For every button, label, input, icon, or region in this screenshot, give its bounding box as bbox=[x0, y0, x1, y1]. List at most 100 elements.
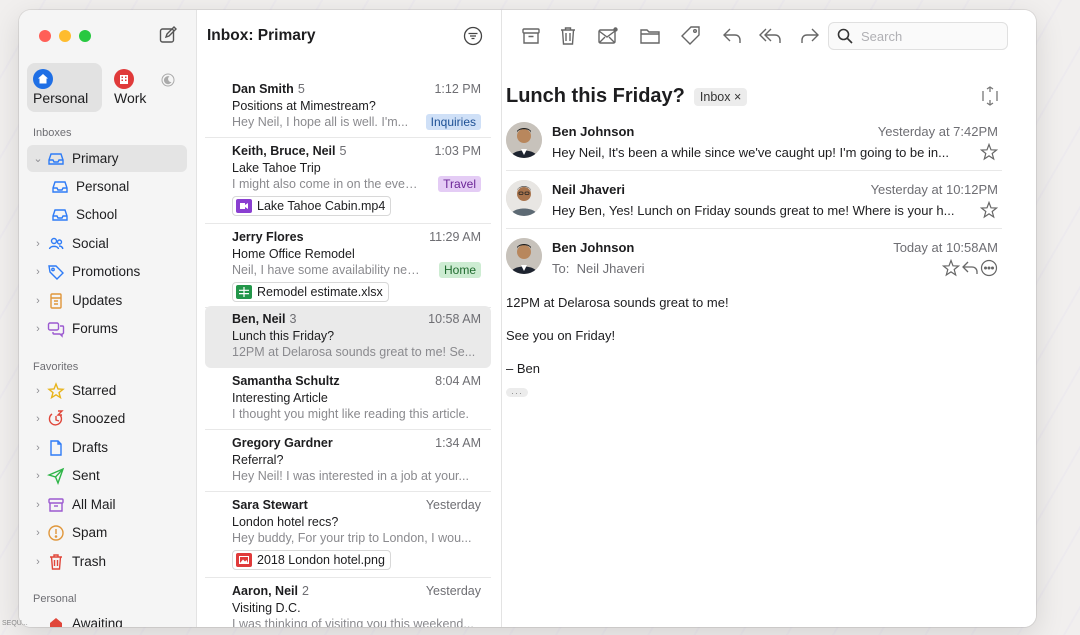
sidebar-item-label: Snoozed bbox=[72, 411, 126, 426]
sidebar-item-label: Primary bbox=[72, 151, 119, 166]
thread-message-expanded[interactable]: Ben Johnson Today at 10:58AM To: Neil Jh… bbox=[506, 236, 998, 296]
sidebar-item-snoozed[interactable]: › Snoozed bbox=[27, 405, 187, 432]
attachment-chip[interactable]: Remodel estimate.xlsx bbox=[232, 282, 389, 302]
chevron-right-icon[interactable]: › bbox=[33, 556, 43, 568]
list-title: Inbox: Primary bbox=[207, 27, 316, 44]
show-trimmed-button[interactable]: ··· bbox=[506, 388, 528, 398]
trash-icon[interactable] bbox=[557, 25, 579, 47]
forward-icon[interactable] bbox=[799, 25, 821, 47]
sidebar-item-trash[interactable]: › Trash bbox=[27, 548, 187, 575]
list-item[interactable]: Dan Smith 5 1:12 PM Positions at Mimestre… bbox=[205, 76, 491, 138]
reply-icon[interactable] bbox=[721, 25, 743, 47]
sidebar-item-social[interactable]: › Social bbox=[27, 230, 187, 257]
message-preview: Hey Neil! I was interested in a job at y… bbox=[232, 469, 469, 483]
sidebar-item-promotions[interactable]: › Promotions bbox=[27, 258, 187, 285]
message-subject: Interesting Article bbox=[232, 391, 328, 405]
inbox-label-badge[interactable]: Inbox × bbox=[693, 87, 748, 106]
more-options-icon[interactable] bbox=[980, 259, 998, 277]
divider bbox=[506, 228, 1002, 229]
folder-icon[interactable] bbox=[639, 25, 661, 47]
tag-icon[interactable] bbox=[680, 25, 702, 47]
message-body-line: See you on Friday! bbox=[506, 328, 616, 343]
message-preview: I was thinking of visiting you this week… bbox=[232, 617, 474, 627]
label-badge[interactable]: Travel bbox=[438, 176, 481, 192]
minimize-window-button[interactable] bbox=[59, 30, 71, 42]
spam-icon bbox=[48, 524, 64, 541]
star-icon[interactable] bbox=[942, 259, 960, 277]
chevron-right-icon[interactable]: › bbox=[33, 238, 43, 250]
chevron-right-icon[interactable]: › bbox=[33, 470, 43, 482]
chevron-right-icon[interactable]: › bbox=[33, 413, 43, 425]
divider bbox=[506, 170, 1002, 171]
recipient[interactable]: Neil Jhaveri bbox=[577, 261, 645, 276]
sidebar-item-spam[interactable]: › Spam bbox=[27, 519, 187, 546]
sender: Keith, Bruce, Neil bbox=[232, 144, 336, 158]
sidebar-item-label: Starred bbox=[72, 383, 117, 398]
sidebar-item-updates[interactable]: › Updates bbox=[27, 287, 187, 314]
sidebar-item-personal[interactable]: Personal bbox=[27, 173, 187, 200]
chevron-right-icon[interactable]: › bbox=[33, 323, 43, 335]
sidebar-item-label: Updates bbox=[72, 293, 123, 308]
attachment-chip[interactable]: 2018 London hotel.png bbox=[232, 550, 391, 570]
list-item[interactable]: Keith, Bruce, Neil 5 1:03 PM Lake Tahoe T… bbox=[205, 138, 491, 224]
message-time: Yesterday at 7:42PM bbox=[877, 124, 998, 139]
compose-icon[interactable] bbox=[159, 26, 177, 44]
reading-pane: Search Lunch this Friday? Inbox × Ben Jo… bbox=[502, 10, 1036, 627]
account-switcher: Personal Work bbox=[27, 63, 183, 112]
account-personal[interactable]: Personal bbox=[27, 63, 102, 112]
message-time: 8:04 AM bbox=[435, 374, 481, 388]
sent-icon bbox=[47, 467, 65, 485]
label-badge[interactable]: Home bbox=[438, 262, 481, 278]
chevron-right-icon[interactable]: › bbox=[33, 385, 43, 397]
message-subject: Home Office Remodel bbox=[232, 247, 355, 261]
sidebar-item-starred[interactable]: › Starred bbox=[27, 377, 187, 404]
reply-all-icon[interactable] bbox=[758, 25, 784, 47]
thread-count: 5 bbox=[339, 144, 347, 158]
remove-label-icon[interactable]: × bbox=[734, 90, 741, 104]
expand-icon[interactable] bbox=[980, 86, 1000, 106]
section-title-inboxes: Inboxes bbox=[33, 127, 72, 139]
list-item[interactable]: Sara Stewart Yesterday London hotel recs… bbox=[205, 492, 491, 578]
chevron-right-icon[interactable]: › bbox=[33, 527, 43, 539]
zoom-window-button[interactable] bbox=[79, 30, 91, 42]
chevron-down-icon[interactable]: ⌄ bbox=[33, 152, 43, 165]
filter-icon[interactable] bbox=[463, 26, 483, 46]
close-window-button[interactable] bbox=[39, 30, 51, 42]
mark-unread-icon[interactable] bbox=[597, 25, 619, 47]
inbox-icon bbox=[52, 180, 68, 193]
sidebar-item-sent[interactable]: › Sent bbox=[27, 462, 187, 489]
section-title-favorites: Favorites bbox=[33, 361, 79, 373]
label-badge[interactable]: Inquiries bbox=[425, 114, 481, 130]
sidebar-item-forums[interactable]: › Forums bbox=[27, 315, 187, 342]
trash-icon bbox=[50, 553, 62, 570]
archive-icon[interactable] bbox=[520, 25, 542, 47]
message-subject: Lunch this Friday? bbox=[232, 329, 335, 343]
chevron-right-icon[interactable]: › bbox=[33, 295, 43, 307]
list-item[interactable]: Jerry Flores 11:29 AM Home Office Remode… bbox=[205, 224, 491, 308]
sidebar-item-all-mail[interactable]: › All Mail bbox=[27, 491, 187, 518]
social-icon bbox=[48, 237, 64, 249]
star-icon[interactable] bbox=[980, 201, 998, 219]
search-field[interactable]: Search bbox=[828, 22, 1008, 50]
sidebar-item-label: Drafts bbox=[72, 440, 109, 455]
account-work[interactable]: Work bbox=[108, 63, 183, 112]
reply-icon[interactable] bbox=[961, 259, 979, 277]
star-icon[interactable] bbox=[980, 143, 998, 161]
sidebar-item-school[interactable]: School bbox=[27, 201, 187, 228]
list-item[interactable]: Gregory Gardner 1:34 AM Referral? Hey Ne… bbox=[205, 430, 491, 492]
attachment-chip[interactable]: Lake Tahoe Cabin.mp4 bbox=[232, 196, 392, 216]
sidebar-item-primary[interactable]: ⌄ Primary bbox=[27, 145, 187, 172]
chevron-right-icon[interactable]: › bbox=[33, 266, 43, 278]
chevron-right-icon[interactable]: › bbox=[33, 442, 43, 454]
list-item[interactable]: Aaron, Neil 2 Yesterday Visiting D.C. I w… bbox=[205, 578, 491, 627]
sender: Ben Johnson bbox=[552, 124, 635, 139]
list-item[interactable]: Ben, Neil 3 10:58 AM Lunch this Friday? 1… bbox=[205, 306, 491, 368]
sidebar-item-awaiting[interactable]: Awaiting bbox=[27, 610, 187, 627]
sidebar-item-drafts[interactable]: › Drafts bbox=[27, 434, 187, 461]
chevron-right-icon[interactable]: › bbox=[33, 499, 43, 511]
updates-icon bbox=[50, 292, 62, 309]
list-item[interactable]: Samantha Schultz 8:04 AM Interesting Art… bbox=[205, 368, 491, 430]
sidebar-item-label: Social bbox=[72, 236, 109, 251]
mail-window: Personal Work Inboxes ⌄ Primary Personal… bbox=[19, 10, 1036, 627]
avatar bbox=[506, 238, 542, 274]
